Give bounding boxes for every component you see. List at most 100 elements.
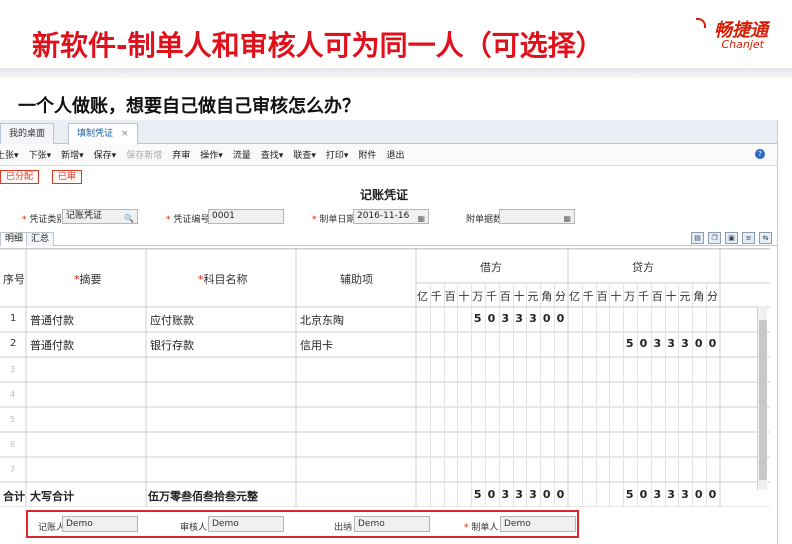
voucher-app-window: 我的桌面 填制凭证 × 上张▾ 下张▾ 新增▾ 保存▾ 保存新增 弃审 操作▾ 流… (0, 120, 778, 544)
button-label: 操作 (200, 151, 219, 161)
row-subject[interactable]: 应付账款 (150, 312, 194, 328)
tab-detail[interactable]: 明细 (0, 232, 29, 246)
credit-digit: 3 (653, 337, 662, 350)
label-text: 凭证编号 (173, 215, 210, 225)
status-approved-badge: 已审 (52, 170, 83, 184)
help-icon[interactable]: ? (755, 149, 765, 159)
copy-icon[interactable]: ❐ (708, 232, 721, 244)
voucher-date-label: * 制单日期 (312, 212, 355, 225)
chevron-down-icon: ▾ (278, 151, 284, 161)
label-text: 凭证类别 (29, 215, 66, 225)
tab-label: 我的桌面 (9, 129, 46, 139)
maker-label: * 制单人 (464, 520, 498, 533)
unit-header-credit: 角 (693, 290, 705, 303)
print-button[interactable]: 打印▾ (326, 148, 349, 161)
next-button[interactable]: 下张▾ (29, 148, 52, 161)
row-aux[interactable]: 北京东陶 (300, 312, 344, 328)
field-value: 记账凭证 (66, 211, 103, 221)
insert-row-icon[interactable]: ≡ (742, 232, 755, 244)
banner-stripe (0, 68, 792, 78)
logo-swoosh-icon (696, 18, 706, 28)
total-debit-digit: 3 (501, 488, 510, 501)
flow-button[interactable]: 流量 (233, 148, 251, 161)
chevron-down-icon: ▾ (111, 151, 117, 161)
total-credit-digit: 0 (694, 488, 703, 501)
header-debit: 借方 (480, 261, 502, 274)
voucher-type-field[interactable]: 记账凭证 🔍 (62, 209, 138, 224)
debit-digit: 3 (501, 312, 510, 325)
attachment-count-field[interactable]: ▦ (499, 209, 575, 224)
chevron-down-icon: ▾ (343, 151, 349, 161)
unit-header-credit: 十 (665, 290, 677, 303)
tab-bar: 我的桌面 填制凭证 × (0, 120, 777, 145)
cashier-label: 出纳 (334, 523, 353, 533)
total-debit-digit: 3 (529, 488, 537, 501)
total-debit-digit: 0 (542, 488, 551, 501)
save-button[interactable]: 保存▾ (94, 148, 117, 161)
detail-subtabs: 明细 汇总 ▤ ❐ ▣ ≡ ⇆ (0, 232, 778, 246)
save-and-add-button[interactable]: 保存新增 (126, 148, 162, 161)
link-query-button[interactable]: 联查▾ (293, 148, 316, 161)
auditor-field[interactable]: Demo (208, 516, 284, 532)
bookkeeper-field[interactable]: Demo (62, 516, 138, 532)
row-subject[interactable]: 银行存款 (150, 337, 194, 353)
add-button[interactable]: 新增▾ (61, 148, 84, 161)
row-seq: 3 (10, 365, 16, 374)
settings-icon[interactable]: ⇆ (759, 232, 772, 244)
export-icon[interactable]: ▣ (725, 232, 738, 244)
voucher-no-field[interactable]: 0001 (208, 209, 284, 224)
row-aux[interactable]: 信用卡 (300, 337, 333, 353)
slide-title: 新软件-制单人和审核人可为同一人（可选择） (32, 29, 604, 62)
attachment-count-label: 附单据数 (466, 215, 503, 225)
debit-digit: 0 (487, 312, 496, 325)
total-credit-digit: 0 (708, 488, 717, 501)
scroll-thumb[interactable] (759, 320, 767, 480)
status-row: 已分配 已审 (0, 166, 777, 186)
exit-button[interactable]: 退出 (386, 148, 404, 161)
logo-english-text: Chanjet (721, 38, 764, 51)
header-seq: 序号 (3, 273, 25, 286)
header-credit: 贷方 (632, 261, 654, 274)
operate-button[interactable]: 操作▾ (200, 148, 223, 161)
maker-field[interactable]: Demo (500, 516, 576, 532)
calendar-icon[interactable]: ▦ (417, 212, 425, 225)
tab-label: 填制凭证 (77, 129, 114, 139)
button-label: 联查 (293, 151, 312, 161)
row-seq: 4 (10, 390, 16, 399)
close-icon[interactable]: × (121, 129, 129, 139)
unit-header-credit: 千 (582, 290, 594, 303)
voucher-date-field[interactable]: 2016-11-16 ▦ (353, 209, 429, 224)
search-icon[interactable]: 🔍 (124, 212, 134, 225)
total-credit-digit: 0 (639, 488, 648, 501)
required-mark: * (22, 215, 27, 225)
print-icon[interactable]: ▤ (691, 232, 704, 244)
tab-my-desktop[interactable]: 我的桌面 (0, 123, 55, 144)
chevron-down-icon: ▾ (218, 151, 223, 161)
total-debit-digit: 3 (515, 488, 523, 501)
required-mark: * (312, 215, 317, 225)
label-text: 制单人 (471, 523, 499, 533)
caps-total-label: 大写合计 (30, 490, 74, 503)
row-summary[interactable]: 普通付款 (30, 337, 74, 353)
prev-button[interactable]: 上张▾ (0, 148, 19, 161)
calendar-icon[interactable]: ▦ (563, 212, 571, 225)
row-summary[interactable]: 普通付款 (30, 312, 74, 328)
unit-header-debit: 十 (458, 290, 470, 303)
chevron-down-icon: ▾ (14, 151, 19, 161)
button-label: 新增 (61, 151, 80, 161)
debit-digit: 0 (542, 312, 551, 325)
total-credit-digit: 3 (681, 488, 689, 501)
unapprove-button[interactable]: 弃审 (172, 148, 190, 161)
tab-fill-voucher[interactable]: 填制凭证 × (68, 123, 138, 145)
vertical-scrollbar[interactable] (757, 306, 767, 490)
find-button[interactable]: 查找▾ (261, 148, 284, 161)
unit-header-debit: 角 (541, 290, 553, 303)
attachment-button[interactable]: 附件 (358, 148, 376, 161)
tab-summary[interactable]: 汇总 (26, 232, 55, 246)
debit-digit: 5 (473, 312, 482, 325)
cashier-field[interactable]: Demo (354, 516, 430, 532)
total-debit-digit: 0 (487, 488, 496, 501)
unit-header-debit: 百 (444, 290, 456, 303)
unit-header-debit: 亿 (417, 290, 428, 303)
button-label: 保存 (93, 151, 112, 161)
